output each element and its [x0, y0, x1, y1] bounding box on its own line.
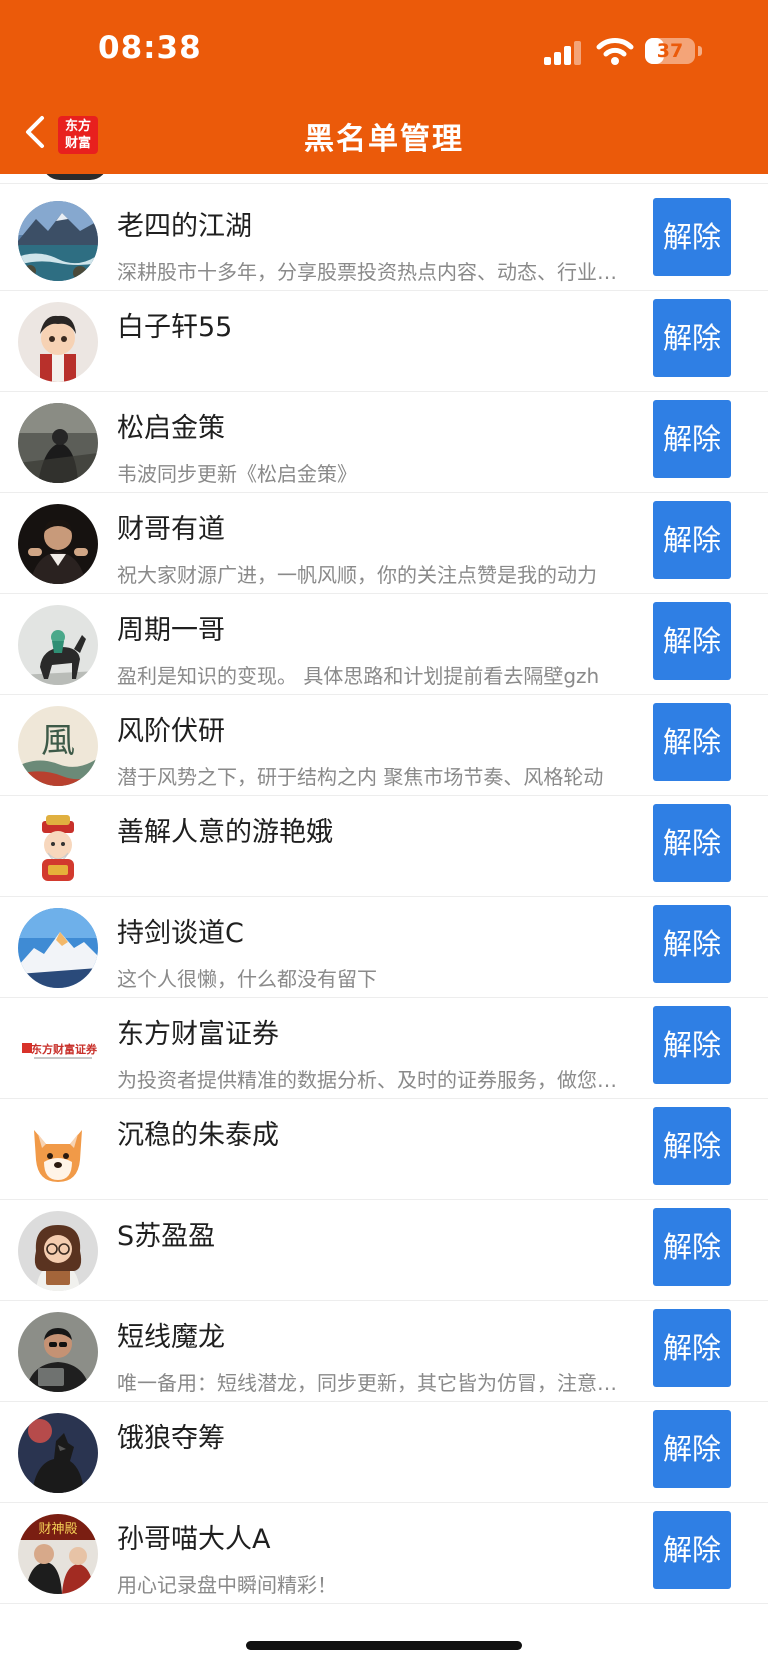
- user-name[interactable]: 松启金策: [117, 406, 225, 445]
- user-description: 唯一备用：短线潜龙，同步更新，其它皆为仿冒，注意甄别: [117, 1371, 635, 1395]
- user-description: 为投资者提供精准的数据分析、及时的证券服务，做您身边的投资顾问: [117, 1068, 635, 1092]
- unblock-button[interactable]: 解除: [653, 299, 731, 377]
- blacklist-row: 东方财富证券 东方财富证券为投资者提供精准的数据分析、及时的证券服务，做您身边的…: [0, 992, 768, 1099]
- unblock-button[interactable]: 解除: [653, 1107, 731, 1185]
- eastmoney-securities-logo-icon[interactable]: 东方财富证券: [18, 1009, 98, 1089]
- user-description: 潜于风势之下，研于结构之内 聚焦市场节奏、风格轮动: [117, 765, 604, 789]
- unblock-button[interactable]: 解除: [653, 501, 731, 579]
- dark-figure-avatar-icon[interactable]: [18, 403, 98, 483]
- user-name[interactable]: 短线魔龙: [117, 1315, 225, 1354]
- home-indicator[interactable]: [246, 1641, 522, 1650]
- unblock-button[interactable]: 解除: [653, 1006, 731, 1084]
- unblock-button[interactable]: 解除: [653, 804, 731, 882]
- unblock-button[interactable]: 解除: [653, 602, 731, 680]
- partial-avatar: [42, 174, 108, 180]
- svg-text:东方财富证券: 东方财富证券: [31, 1042, 98, 1056]
- wealth-banner-avatar-icon[interactable]: 财神殿: [18, 1514, 98, 1594]
- user-name[interactable]: 周期一哥: [117, 608, 225, 647]
- unblock-button[interactable]: 解除: [653, 905, 731, 983]
- cartoon-boy-avatar-icon[interactable]: [18, 302, 98, 382]
- wolf-avatar-icon[interactable]: [18, 1413, 98, 1493]
- blacklist-row: 饿狼夺筹 解除: [0, 1396, 768, 1503]
- man-portrait-avatar-icon[interactable]: [18, 1312, 98, 1392]
- blacklist: 老四的江湖深耕股市十多年，分享股票投资热点内容、动态、行业信息、投资感悟解除 白…: [0, 174, 768, 1665]
- blacklist-row: 老四的江湖深耕股市十多年，分享股票投资热点内容、动态、行业信息、投资感悟解除: [0, 184, 768, 291]
- wifi-icon: [596, 38, 634, 65]
- blacklist-row: 短线魔龙唯一备用：短线潜龙，同步更新，其它皆为仿冒，注意甄别 解除: [0, 1295, 768, 1402]
- user-description: 祝大家财源广进，一帆风顺，你的关注点赞是我的动力: [117, 563, 597, 587]
- user-name[interactable]: 善解人意的游艳娥: [117, 810, 333, 849]
- user-name[interactable]: 东方财富证券: [117, 1012, 279, 1051]
- unblock-button[interactable]: 解除: [653, 1309, 731, 1387]
- shiba-dog-avatar-icon[interactable]: [18, 1110, 98, 1190]
- blacklist-row: 白子轩55 解除: [0, 285, 768, 392]
- user-name[interactable]: 风阶伏研: [117, 709, 225, 748]
- battery-percent: 37: [656, 40, 684, 62]
- user-name[interactable]: 持剑谈道C: [117, 911, 244, 950]
- blacklist-row: 财神殿 孙哥喵大人A 用心记录盘中瞬间精彩！ 解除: [0, 1497, 768, 1604]
- blacklist-row: 财哥有道祝大家财源广进，一帆风顺，你的关注点赞是我的动力 解除: [0, 487, 768, 594]
- blacklist-row: 風 风阶伏研潜于风势之下，研于结构之内 聚焦市场节奏、风格轮动 解除: [0, 689, 768, 796]
- blacklist-row: 善解人意的游艳娥 解除: [0, 790, 768, 897]
- horse-rider-avatar-icon[interactable]: [18, 605, 98, 685]
- cellular-signal-icon: [544, 41, 581, 65]
- snow-mountain-avatar-icon[interactable]: [18, 908, 98, 988]
- feng-calligraphy-avatar-icon[interactable]: 風: [18, 706, 98, 786]
- unblock-button[interactable]: 解除: [653, 1208, 731, 1286]
- cartoon-girl-avatar-icon[interactable]: [18, 1211, 98, 1291]
- user-name[interactable]: 沉稳的朱泰成: [117, 1113, 279, 1152]
- unblock-button[interactable]: 解除: [653, 703, 731, 781]
- fortune-god-avatar-icon[interactable]: [18, 807, 98, 887]
- blacklist-row: 沉稳的朱泰成 解除: [0, 1093, 768, 1200]
- user-name[interactable]: 老四的江湖: [117, 204, 252, 243]
- user-description: 盈利是知识的变现。 具体思路和计划提前看去隔壁gzh: [117, 664, 600, 688]
- suit-man-avatar-icon[interactable]: [18, 504, 98, 584]
- battery-tip: [698, 46, 702, 56]
- page-title: 黑名单管理: [304, 122, 464, 157]
- user-name[interactable]: 孙哥喵大人A: [117, 1517, 270, 1556]
- user-name[interactable]: 饿狼夺筹: [117, 1416, 225, 1455]
- svg-text:風: 風: [41, 721, 75, 761]
- mountain-river-avatar-icon[interactable]: [18, 201, 98, 281]
- svg-text:财神殿: 财神殿: [38, 1522, 77, 1537]
- battery-icon: 37: [645, 38, 695, 64]
- blacklist-row: S苏盈盈 解除: [0, 1194, 768, 1301]
- unblock-button[interactable]: 解除: [653, 400, 731, 478]
- user-description: 深耕股市十多年，分享股票投资热点内容、动态、行业信息、投资感悟: [117, 260, 635, 284]
- blacklist-row: 持剑谈道C 这个人很懒，什么都没有留下 解除: [0, 891, 768, 998]
- user-description: 这个人很懒，什么都没有留下: [117, 967, 377, 991]
- blacklist-row: 周期一哥盈利是知识的变现。 具体思路和计划提前看去隔壁gzh 解除: [0, 588, 768, 695]
- status-time: 08:38: [98, 30, 202, 66]
- user-description: 用心记录盘中瞬间精彩！: [117, 1573, 337, 1597]
- unblock-button[interactable]: 解除: [653, 1410, 731, 1488]
- unblock-button[interactable]: 解除: [653, 1511, 731, 1589]
- user-name[interactable]: S苏盈盈: [117, 1214, 215, 1253]
- user-name[interactable]: 白子轩55: [117, 305, 232, 344]
- app-header: 08:38 37 东方 财富 黑名单管理: [0, 0, 768, 174]
- blacklist-row: 松启金策韦波同步更新《松启金策》 解除: [0, 386, 768, 493]
- unblock-button[interactable]: 解除: [653, 198, 731, 276]
- user-name[interactable]: 财哥有道: [117, 507, 225, 546]
- user-description: 韦波同步更新《松启金策》: [117, 462, 357, 486]
